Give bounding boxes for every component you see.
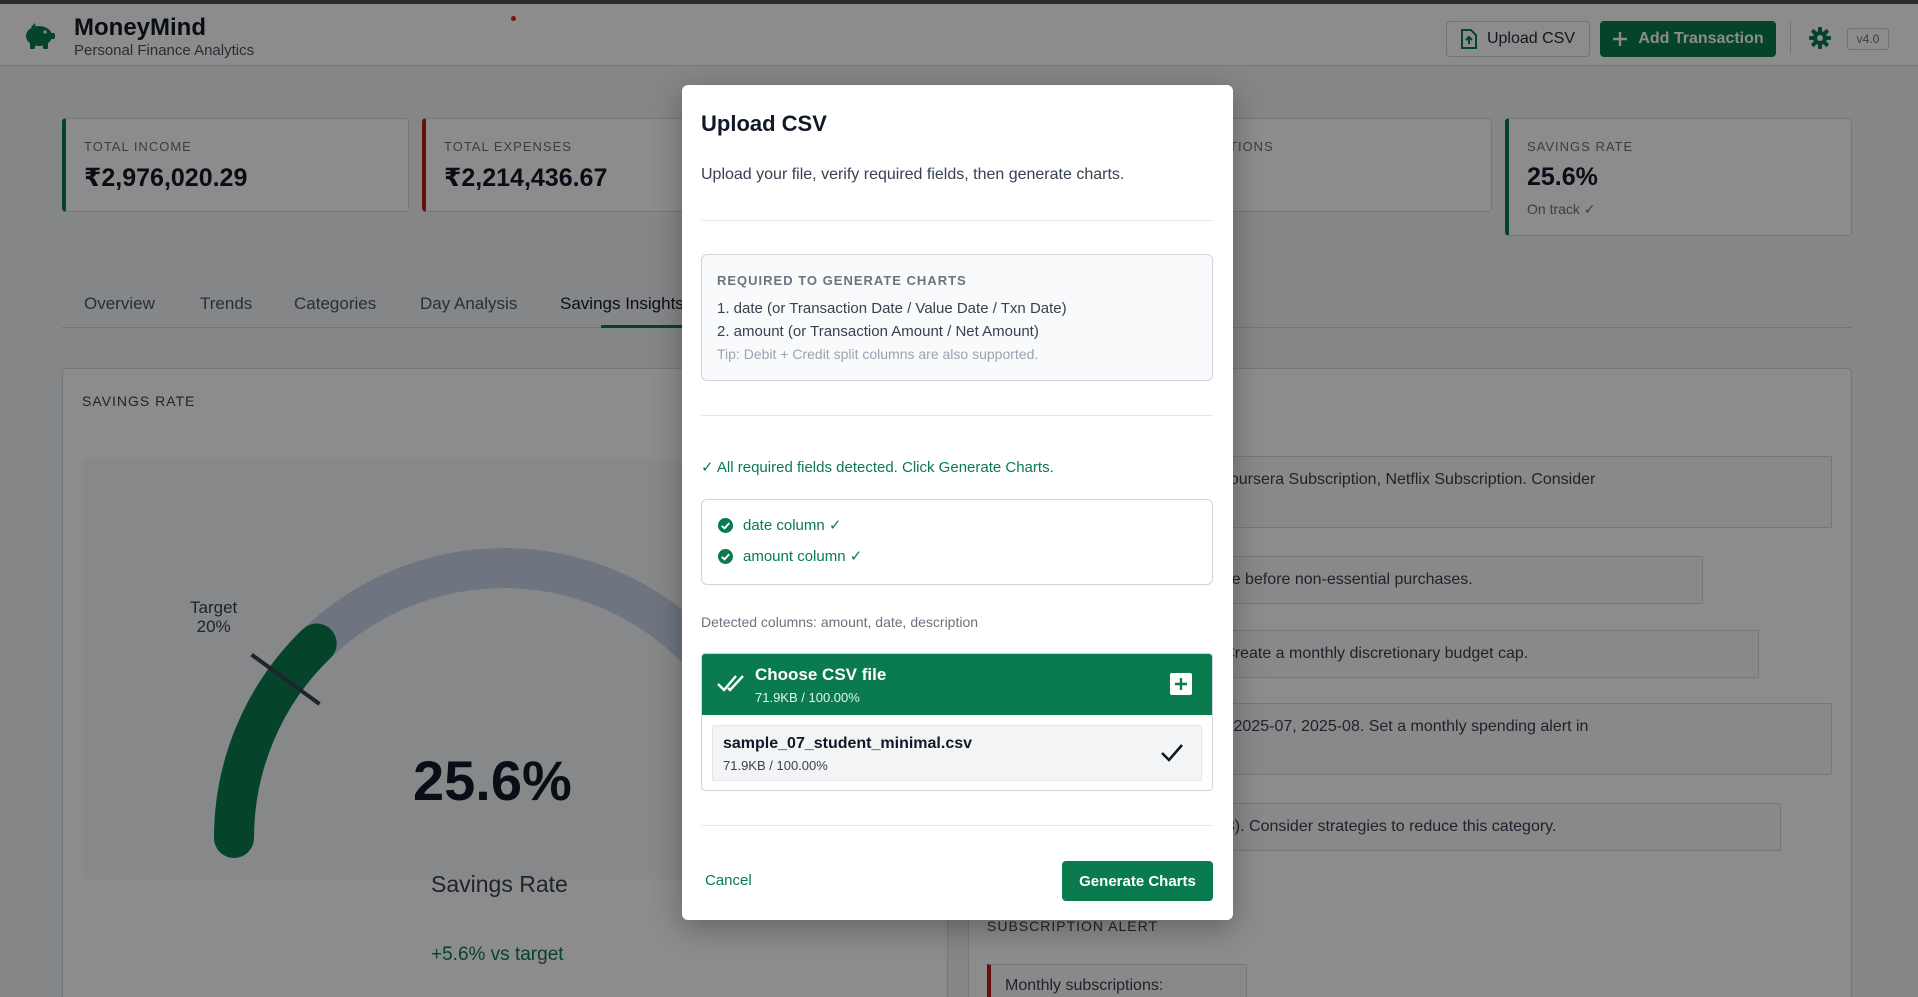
divider xyxy=(701,220,1213,221)
divider xyxy=(701,825,1213,826)
requirements-box: Required to generate charts 1. date (or … xyxy=(701,254,1213,381)
requirement-item: 1. date (or Transaction Date / Value Dat… xyxy=(717,300,1067,317)
detected-fields-box: date column ✓ amount column ✓ xyxy=(701,499,1213,585)
detected-field-date: date column ✓ xyxy=(718,516,841,534)
divider xyxy=(701,415,1213,416)
check-circle-icon xyxy=(718,517,733,533)
add-file-button[interactable] xyxy=(1170,673,1192,695)
requirement-item: 2. amount (or Transaction Amount / Net A… xyxy=(717,323,1039,340)
file-meta: 71.9KB / 100.00% xyxy=(723,758,828,773)
modal-title: Upload CSV xyxy=(701,111,827,136)
cancel-button[interactable]: Cancel xyxy=(705,872,752,889)
generate-charts-button[interactable]: Generate Charts xyxy=(1062,861,1213,901)
double-check-icon xyxy=(717,675,744,692)
detected-field-label: amount column ✓ xyxy=(743,548,863,565)
file-upload-area: Choose CSV file 71.9KB / 100.00% sample_… xyxy=(701,653,1213,791)
plus-icon xyxy=(1175,678,1187,690)
check-icon xyxy=(1161,744,1183,762)
requirements-title: Required to generate charts xyxy=(717,273,967,288)
file-name: sample_07_student_minimal.csv xyxy=(723,735,973,752)
upload-csv-modal: Upload CSV Upload your file, verify requ… xyxy=(682,85,1233,920)
check-circle-icon xyxy=(718,548,733,564)
detected-columns: Detected columns: amount, date, descript… xyxy=(701,614,979,630)
modal-description: Upload your file, verify required fields… xyxy=(701,166,1125,183)
choose-file-bar[interactable]: Choose CSV file 71.9KB / 100.00% xyxy=(702,654,1212,715)
detected-field-amount: amount column ✓ xyxy=(718,547,862,565)
detected-field-label: date column ✓ xyxy=(743,517,842,534)
requirements-tip: Tip: Debit + Credit split columns are al… xyxy=(717,346,1039,362)
choose-file-meta: 71.9KB / 100.00% xyxy=(755,690,860,705)
validation-success-message: ✓ All required fields detected. Click Ge… xyxy=(701,459,1054,476)
uploaded-file-item: sample_07_student_minimal.csv 71.9KB / 1… xyxy=(712,725,1202,781)
choose-file-title: Choose CSV file xyxy=(755,665,887,684)
